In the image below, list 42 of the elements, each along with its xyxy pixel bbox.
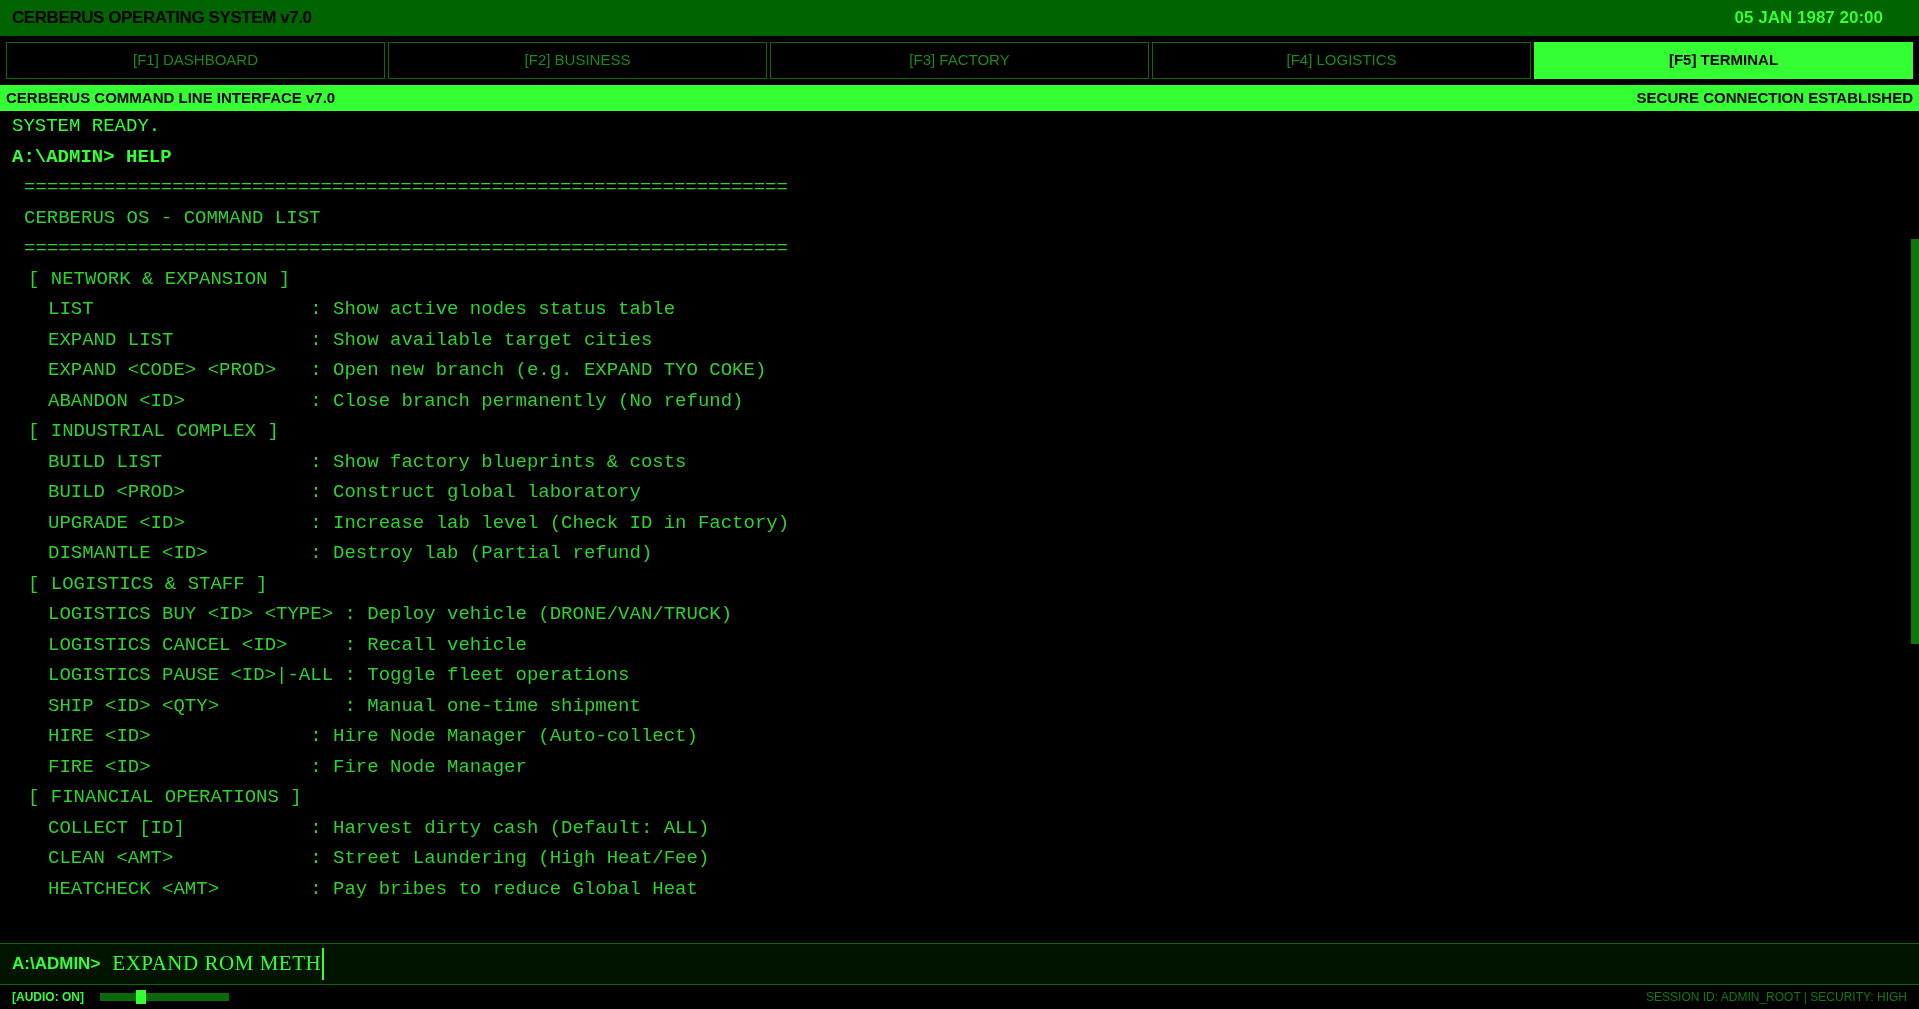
input-prompt: A:\ADMIN> xyxy=(12,953,101,976)
tab[interactable]: [F4] LOGISTICS xyxy=(1152,42,1531,79)
connection-status: SECURE CONNECTION ESTABLISHED xyxy=(1636,87,1913,108)
command-line: HEATCHECK <AMT> : Pay bribes to reduce Global Heat xyxy=(47,876,698,902)
command-line: COLLECT [ID] : Harvest dirty cash (Default: ALL) xyxy=(47,815,710,841)
section-heading: [ LOGISTICS & STAFF ] xyxy=(27,571,268,597)
command-line: LOGISTICS PAUSE <ID>|-ALL : Toggle fleet operations xyxy=(47,663,630,688)
volume-thumb[interactable] xyxy=(136,990,147,1004)
command-line: LOGISTICS CANCEL <ID> : Recall vehicle xyxy=(47,632,527,658)
volume-slider[interactable] xyxy=(100,993,229,1001)
date-time: 05 JAN 1987 20:00 xyxy=(1734,7,1884,30)
command-line: UPGRADE <ID> : Increase lab level (Check ID in Factory) xyxy=(47,510,790,536)
command-line: EXPAND <CODE> <PROD> : Open new branch (e.g. EXPAND TYO COKE) xyxy=(47,358,767,383)
command-line: BUILD <PROD> : Construct global laboratory xyxy=(47,480,641,505)
command-line: DISMANTLE <ID> : Destroy lab (Partial refund) xyxy=(47,541,653,566)
terminal-line: SYSTEM READY. xyxy=(11,114,161,139)
session-info: SESSION ID: ADMIN_ROOT | SECURITY: HIGH xyxy=(1646,989,1907,1006)
tab[interactable]: [F2] BUSINESS xyxy=(388,42,767,79)
separator-line: =================================================================== xyxy=(23,175,788,200)
system-title: CERBERUS OPERATING SYSTEM v7.0 xyxy=(12,7,312,30)
command-input-bar[interactable]: A:\ADMIN> EXPAND ROM METH xyxy=(0,943,1919,985)
separator-line: =================================================================== xyxy=(23,236,788,261)
section-heading: [ INDUSTRIAL COMPLEX ] xyxy=(27,419,279,444)
command-line: ABANDON <ID> : Close branch permanently (No refund) xyxy=(47,388,744,414)
section-heading: [ NETWORK & EXPANSION ] xyxy=(27,266,291,292)
command-line: HIRE <ID> : Hire Node Manager (Auto-collect) xyxy=(47,724,698,749)
command-line: LOGISTICS BUY <ID> <TYPE> : Deploy vehicle (DRONE/VAN/TRUCK) xyxy=(47,602,733,627)
section-heading: [ FINANCIAL OPERATIONS ] xyxy=(27,785,302,810)
input-text: EXPAND ROM METH xyxy=(112,948,325,980)
list-title: CERBERUS OS - COMMAND LIST xyxy=(23,205,321,231)
command-line: EXPAND LIST : Show available target cities xyxy=(47,327,653,353)
audio-status[interactable]: [AUDIO: ON] xyxy=(12,988,84,1006)
command-line: CLEAN <AMT> : Street Laundering (High Heat/Fee) xyxy=(47,846,710,871)
command-line: BUILD LIST : Show factory blueprints & costs xyxy=(47,449,687,475)
tab[interactable]: [F5] TERMINAL xyxy=(1534,42,1913,79)
banner-title: CERBERUS COMMAND LINE INTERFACE v7.0 xyxy=(6,87,336,108)
tab[interactable]: [F3] FACTORY xyxy=(770,42,1149,79)
terminal-line: A:\ADMIN> HELP xyxy=(11,144,172,170)
command-line: SHIP <ID> <QTY> : Manual one-time shipment xyxy=(47,693,641,719)
command-line: FIRE <ID> : Fire Node Manager xyxy=(47,754,527,780)
tab[interactable]: [F1] DASHBOARD xyxy=(6,42,385,79)
command-line: LIST : Show active nodes status table xyxy=(47,297,676,322)
